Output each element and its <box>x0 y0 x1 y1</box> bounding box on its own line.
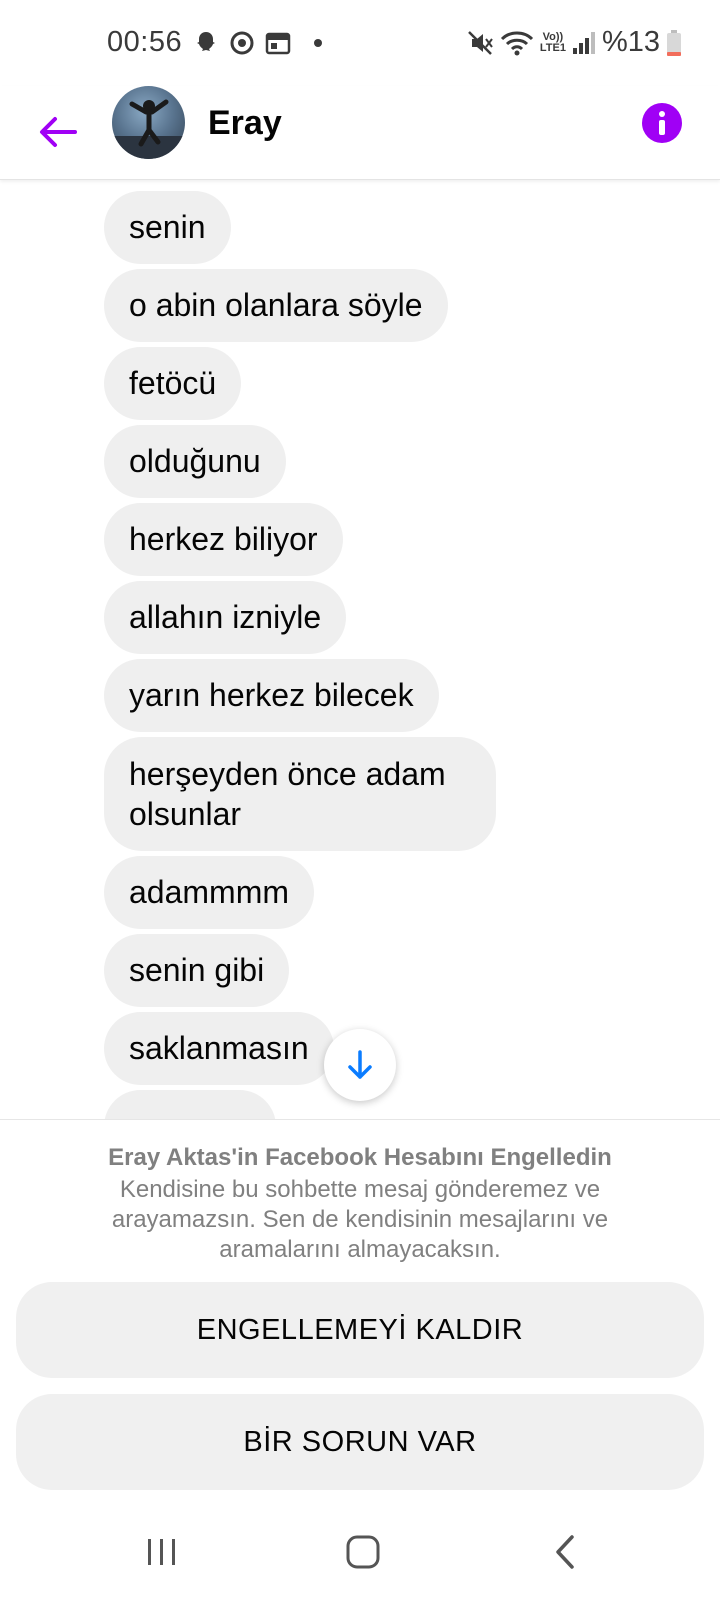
status-left-icons <box>193 30 323 56</box>
message-text: fetöcü <box>129 365 217 401</box>
back-button[interactable] <box>34 108 82 156</box>
volte-bottom: LTE1 <box>539 41 566 54</box>
home-button[interactable] <box>333 1522 393 1582</box>
message-text: herşeyden önce adam olsunlar <box>129 756 446 832</box>
contact-name[interactable]: Eray <box>208 104 282 143</box>
message-bubble[interactable]: fetöcü <box>104 347 242 420</box>
info-button[interactable] <box>642 103 682 143</box>
calendar-icon <box>265 31 291 55</box>
message-text: saklanmasın <box>129 1030 309 1066</box>
battery-level: %13 <box>601 26 660 58</box>
report-problem-button[interactable]: BİR SORUN VAR <box>16 1394 704 1490</box>
volte-icon: Vo)) LTE1 <box>539 30 566 54</box>
info-icon <box>659 111 665 135</box>
message-text: senin <box>129 209 206 245</box>
message-bubble-partial[interactable] <box>104 1090 276 1119</box>
battery-icon <box>666 29 682 57</box>
recent-apps-icon <box>148 1539 175 1565</box>
arrow-left-icon <box>40 117 77 147</box>
avatar-photo <box>112 99 185 159</box>
message-text: allahın izniyle <box>129 599 322 635</box>
contact-avatar[interactable] <box>112 86 185 159</box>
recent-apps-button[interactable] <box>132 1522 192 1582</box>
message-text: senin gibi <box>129 952 265 988</box>
arrow-down-icon <box>348 1050 372 1079</box>
message-bubble[interactable]: olduğunu <box>104 425 286 498</box>
message-bubble[interactable]: senin gibi <box>104 934 290 1007</box>
message-text: yarın herkez bilecek <box>129 677 414 713</box>
message-bubble[interactable]: herşeyden önce adam olsunlar <box>104 737 496 851</box>
scroll-to-bottom-button[interactable] <box>324 1029 396 1101</box>
signal-icon <box>572 30 596 56</box>
message-text: olduğunu <box>129 443 261 479</box>
home-icon <box>346 1535 380 1569</box>
message-bubble[interactable]: saklanmasın <box>104 1012 334 1085</box>
unblock-button[interactable]: ENGELLEMEYİ KALDIR <box>16 1282 704 1378</box>
snapchat-icon <box>193 30 219 56</box>
back-nav-icon <box>556 1535 574 1569</box>
status-right-icons: Vo)) LTE1 %13 <box>466 26 682 59</box>
message-list[interactable]: senin o abin olanlara söyle fetöcü olduğ… <box>0 181 720 1119</box>
report-problem-label: BİR SORUN VAR <box>243 1425 477 1458</box>
message-bubble[interactable]: herkez biliyor <box>104 503 343 576</box>
dot-icon <box>313 38 323 48</box>
chat-header: Eray <box>0 86 720 180</box>
message-bubble[interactable]: senin <box>104 191 231 264</box>
message-bubble[interactable]: o abin olanlara söyle <box>104 269 448 342</box>
sync-icon <box>229 30 255 56</box>
system-nav-bar <box>0 1500 720 1600</box>
mute-icon <box>466 29 494 57</box>
blocked-notice-panel: Eray Aktas'in Facebook Hesabını Engelled… <box>0 1119 720 1499</box>
unblock-label: ENGELLEMEYİ KALDIR <box>196 1313 524 1346</box>
message-bubble[interactable]: yarın herkez bilecek <box>104 659 439 732</box>
status-bar: 00:56 Vo)) LTE1 %13 <box>0 0 720 86</box>
message-text: herkez biliyor <box>129 521 318 557</box>
message-bubble[interactable]: adammmm <box>104 856 315 929</box>
back-nav-button[interactable] <box>535 1522 595 1582</box>
status-time: 00:56 <box>107 26 183 58</box>
message-text: adammmm <box>129 874 290 910</box>
blocked-title: Eray Aktas'in Facebook Hesabını Engelled… <box>108 1144 612 1171</box>
wifi-icon <box>500 29 534 57</box>
volte-top: Vo)) <box>542 30 564 43</box>
blocked-description: Kendisine bu sohbette mesaj gönderemez v… <box>111 1176 609 1263</box>
message-text: o abin olanlara söyle <box>129 287 423 323</box>
message-bubble[interactable]: allahın izniyle <box>104 581 347 654</box>
